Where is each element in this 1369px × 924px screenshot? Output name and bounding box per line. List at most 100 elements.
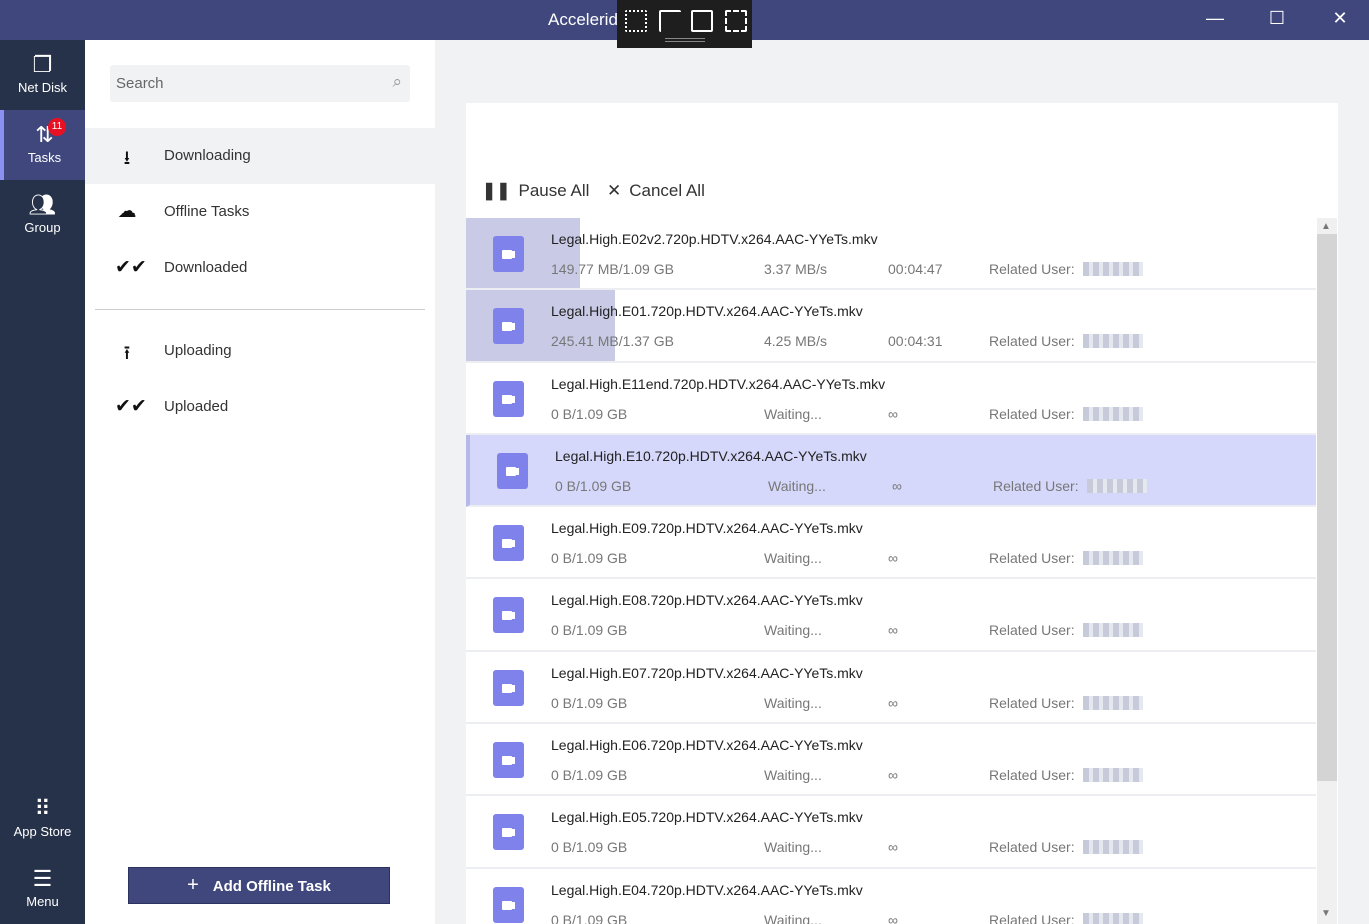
cancel-all-button[interactable]: ✕ Cancel All [607, 181, 705, 201]
window-settings-icon[interactable] [625, 10, 647, 32]
speed: Waiting... [764, 767, 822, 784]
sidebar-item-uploading[interactable]: ⭱ Uploading [85, 323, 435, 379]
maximize-button[interactable]: ☐ [1265, 8, 1289, 32]
task-row[interactable]: Legal.High.E09.720p.HDTV.x264.AAC-YYeTs.… [466, 507, 1316, 580]
scrollbar[interactable]: ▲ ▼ [1317, 218, 1337, 924]
nav-app-store[interactable]: ⠿ App Store [0, 784, 85, 854]
pause-icon: ❚❚ [482, 181, 511, 200]
related-user-label: Related User: [989, 767, 1075, 784]
related-user-value [1083, 623, 1143, 638]
capture-pointer-icon[interactable] [725, 10, 747, 32]
related-user-value [1083, 262, 1143, 276]
task-row[interactable]: Legal.High.E10.720p.HDTV.x264.AAC-YYeTs.… [466, 434, 1316, 508]
nav-label: App Store [13, 824, 72, 839]
video-file-icon [497, 452, 528, 489]
download-icon: ⭳ [123, 148, 131, 169]
eta: ∞ [888, 694, 898, 711]
transfer-icon: ⇅ [35, 122, 54, 147]
related-user-label: Related User: [989, 405, 1075, 422]
eta: 00:04:47 [888, 261, 943, 277]
task-row[interactable]: Legal.High.E02v2.720p.HDTV.x264.AAC-YYeT… [466, 218, 1316, 291]
file-name: Legal.High.E01.720p.HDTV.x264.AAC-YYeTs.… [551, 303, 863, 320]
sidebar-item-uploaded[interactable]: ✔✔ Uploaded [85, 379, 435, 435]
task-row[interactable]: Legal.High.E04.720p.HDTV.x264.AAC-YYeTs.… [466, 868, 1316, 924]
sidebar-item-label: Uploading [164, 342, 232, 359]
speed: 4.25 MB/s [764, 333, 828, 350]
minimize-button[interactable]: — [1203, 8, 1227, 32]
group-icon: 👥︎ [28, 192, 57, 217]
file-size: 0 B/1.09 GB [551, 767, 628, 784]
eta: ∞ [888, 839, 898, 856]
related-user-label: Related User: [989, 622, 1075, 639]
task-row[interactable]: Legal.High.E06.720p.HDTV.x264.AAC-YYeTs.… [466, 724, 1316, 797]
nav-label: Menu [26, 894, 59, 909]
pause-all-button[interactable]: ❚❚ Pause All [482, 181, 589, 201]
related-user-label: Related User: [989, 550, 1075, 567]
eta: ∞ [888, 405, 898, 422]
file-name: Legal.High.E06.720p.HDTV.x264.AAC-YYeTs.… [551, 737, 863, 754]
search-placeholder: Search [116, 75, 164, 92]
task-row[interactable]: Legal.High.E07.720p.HDTV.x264.AAC-YYeTs.… [466, 651, 1316, 725]
sidebar-item-downloading[interactable]: ⭳ Downloading [85, 128, 435, 184]
related-user-value [1083, 768, 1143, 783]
related-user-value [1083, 334, 1143, 349]
task-row[interactable]: Legal.High.E08.720p.HDTV.x264.AAC-YYeTs.… [466, 579, 1316, 652]
file-size: 0 B/1.09 GB [551, 694, 628, 711]
related-user-value [1083, 695, 1143, 710]
file-name: Legal.High.E09.720p.HDTV.x264.AAC-YYeTs.… [551, 520, 863, 537]
file-name: Legal.High.E11end.720p.HDTV.x264.AAC-YYe… [551, 375, 886, 392]
video-file-icon [493, 380, 524, 417]
drag-handle[interactable] [665, 38, 705, 42]
nav-net-disk[interactable]: ❐ Net Disk [0, 40, 85, 110]
task-row[interactable]: Legal.High.E01.720p.HDTV.x264.AAC-YYeTs.… [466, 290, 1316, 363]
nav-label: Group [24, 220, 61, 235]
grid-icon: ⠿ [34, 796, 51, 821]
file-size: 149.77 MB/1.09 GB [551, 261, 674, 277]
select-pointer-icon[interactable] [659, 10, 681, 32]
scroll-down-icon[interactable]: ▼ [1321, 908, 1331, 919]
menu-icon: ☰ [32, 866, 53, 891]
progress-fill [466, 290, 615, 361]
close-button[interactable]: ✕ [1328, 8, 1352, 32]
capture-toolbar [617, 0, 752, 48]
nav-label: Net Disk [17, 80, 68, 95]
nav-rail: ❐ Net Disk ⇅ 11 Tasks 👥︎ Group ⠿ App Store ☰ M… [0, 40, 85, 924]
sidebar-item-offline-tasks[interactable]: ☁ Offline Tasks [85, 184, 435, 240]
cloud-download-icon: ☁ [117, 201, 137, 222]
double-check-icon: ✔✔ [115, 257, 147, 278]
related-user-value [1083, 840, 1143, 855]
speed: Waiting... [764, 622, 822, 639]
nav-menu[interactable]: ☰ Menu [0, 854, 85, 924]
nav-tasks[interactable]: ⇅ 11 Tasks [0, 110, 85, 180]
scroll-up-icon[interactable]: ▲ [1321, 221, 1331, 232]
task-row[interactable]: Legal.High.E11end.720p.HDTV.x264.AAC-YYe… [466, 362, 1316, 435]
file-size: 0 B/1.09 GB [551, 911, 628, 924]
related-user-label: Related User: [993, 477, 1079, 494]
file-name: Legal.High.E02v2.720p.HDTV.x264.AAC-YYeT… [551, 231, 878, 247]
speed: Waiting... [764, 405, 822, 422]
speed: Waiting... [768, 477, 826, 494]
related-user-label: Related User: [989, 333, 1075, 350]
related-user-label: Related User: [989, 839, 1075, 856]
file-size: 245.41 MB/1.37 GB [551, 333, 674, 350]
region-icon[interactable] [691, 10, 713, 32]
task-row[interactable]: Legal.High.E05.720p.HDTV.x264.AAC-YYeTs.… [466, 796, 1316, 869]
nav-group[interactable]: 👥︎ Group [0, 180, 85, 250]
related-user-label: Related User: [989, 261, 1075, 277]
pause-all-label: Pause All [518, 181, 590, 200]
task-count-badge: 11 [48, 118, 66, 136]
sidebar-item-downloaded[interactable]: ✔✔ Downloaded [85, 240, 435, 296]
task-list: Legal.High.E02v2.720p.HDTV.x264.AAC-YYeT… [466, 218, 1316, 924]
search-input[interactable]: Search ⌕ [110, 65, 410, 102]
related-user-value [1083, 551, 1143, 566]
search-icon[interactable]: ⌕ [392, 72, 402, 92]
task-panel: ❚❚ Pause All ✕ Cancel All Legal.High.E02v2… [466, 103, 1338, 924]
add-offline-task-button[interactable]: + Add Offline Task [128, 867, 390, 904]
add-offline-task-label: Add Offline Task [212, 878, 331, 895]
scrollbar-thumb[interactable] [1317, 234, 1337, 781]
related-user-label: Related User: [989, 694, 1075, 711]
file-size: 0 B/1.09 GB [551, 405, 628, 422]
sidebar-item-label: Downloading [164, 147, 251, 164]
sidebar-item-label: Downloaded [164, 259, 248, 276]
video-file-icon [493, 742, 524, 779]
